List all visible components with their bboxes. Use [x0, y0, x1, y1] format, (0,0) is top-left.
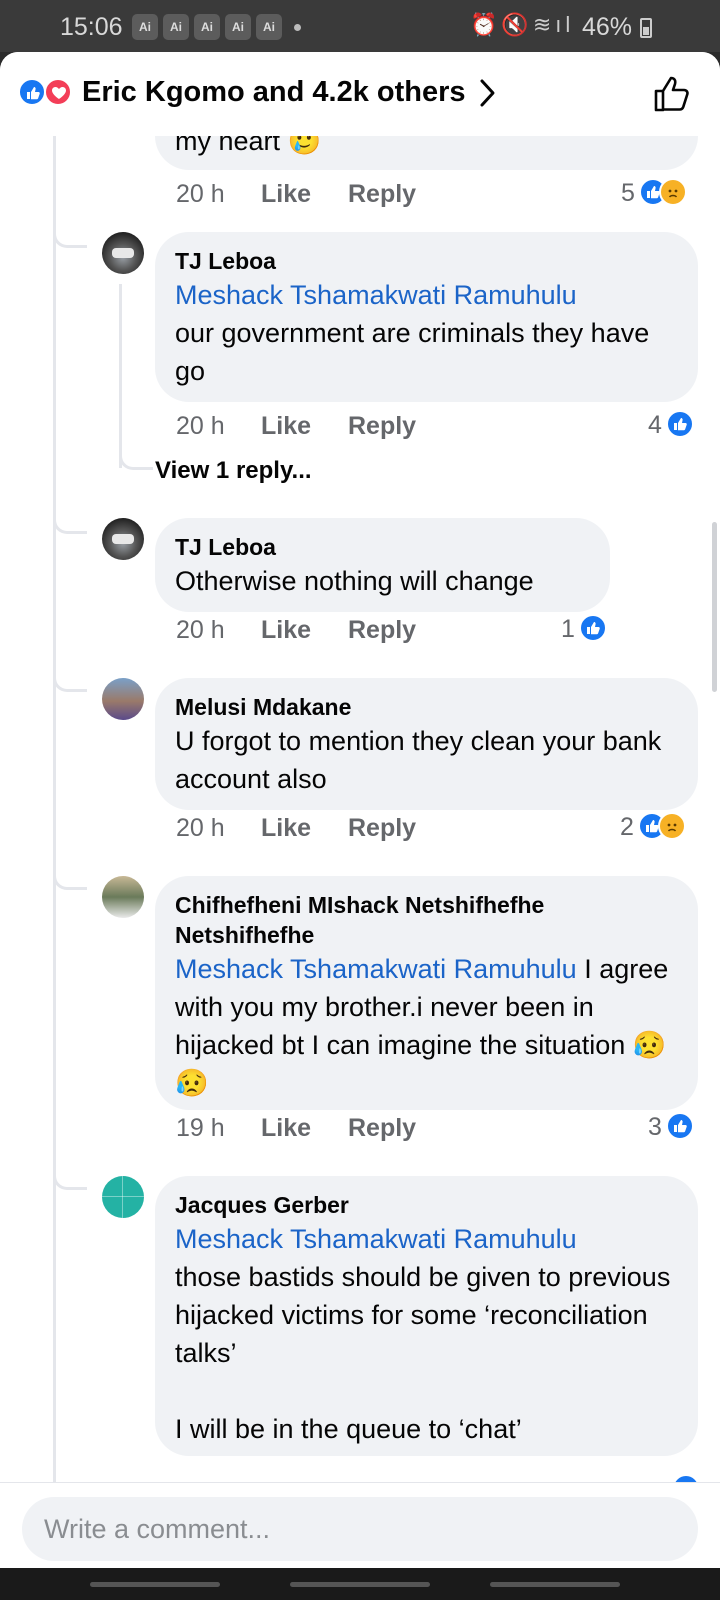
reaction-summary[interactable]: 3 [648, 1112, 694, 1142]
avatar[interactable] [102, 518, 144, 560]
comment-bubble: TJ Leboa Otherwise nothing will change [155, 518, 610, 612]
avatar[interactable] [102, 876, 144, 918]
comment-text: our government are criminals they have g… [175, 318, 657, 386]
comment-author[interactable]: TJ Leboa [175, 532, 590, 562]
notification-dot-icon [294, 24, 301, 31]
avatar[interactable] [102, 678, 144, 720]
signal-icon: ıl [555, 12, 575, 37]
thread-branch [53, 1172, 87, 1190]
like-reaction-icon [578, 614, 607, 642]
wifi-icon: ≋ [532, 12, 556, 37]
like-button[interactable]: Like [261, 1114, 311, 1143]
reply-button[interactable]: Reply [348, 180, 416, 209]
battery-percent: 46% [582, 13, 633, 41]
reply-button[interactable]: Reply [348, 1114, 416, 1143]
comment-time: 20 h [176, 412, 225, 440]
reaction-count: 2 [620, 813, 634, 841]
battery-icon [640, 18, 652, 38]
reaction-count: 3 [648, 1113, 662, 1141]
reaction-summary[interactable]: 2 [620, 812, 686, 842]
reaction-summary[interactable]: 1 [561, 614, 607, 644]
like-button[interactable]: Like [261, 814, 311, 843]
comment-text: Otherwise nothing will change [175, 566, 534, 596]
comment-time: 20 h [176, 180, 225, 208]
sad-reaction-icon [657, 812, 686, 840]
reaction-count: 4 [648, 411, 662, 439]
chevron-right-icon[interactable] [476, 76, 500, 110]
ai-badge-icon: Ai [163, 14, 189, 40]
comment-bubble: Chifhefheni MIshack Netshifhefhe Netshif… [155, 876, 698, 1110]
view-reply-branch [119, 452, 153, 470]
comment-composer [0, 1482, 720, 1568]
alarm-icon: ⏰ [470, 12, 502, 37]
comment-time: 20 h [176, 814, 225, 842]
like-reaction-icon [18, 78, 46, 106]
recent-apps-button[interactable] [90, 1582, 220, 1587]
reaction-count: 5 [621, 179, 635, 207]
reaction-summary[interactable]: 5 [621, 178, 687, 208]
comment-author[interactable]: Jacques Gerber [175, 1190, 678, 1220]
mute-icon: 🔇 [501, 12, 533, 37]
ai-badge-icon: Ai [225, 14, 251, 40]
comment-time: 19 h [176, 1114, 225, 1142]
like-button[interactable]: Like [261, 616, 311, 645]
reaction-count: 1 [561, 615, 575, 643]
like-button[interactable]: Like [261, 412, 311, 441]
love-reaction-icon [44, 78, 72, 106]
mention-link[interactable]: Meshack Tshamakwati Ramuhulu [175, 280, 577, 310]
home-button[interactable] [290, 1582, 430, 1587]
comment-bubble: Jacques Gerber Meshack Tshamakwati Ramuh… [155, 1176, 698, 1456]
comment-input[interactable] [22, 1497, 698, 1561]
comment-text: U forgot to mention they clean your bank… [175, 726, 669, 794]
ai-badge-icon: Ai [194, 14, 220, 40]
status-bar: 15:06 Ai Ai Ai Ai Ai ⏰🔇≋ıl 46% [0, 0, 720, 52]
comment-author[interactable]: Chifhefheni MIshack Netshifhefhe Netshif… [175, 890, 678, 950]
thread-branch [53, 230, 87, 248]
thread-branch [53, 674, 87, 692]
reply-button[interactable]: Reply [348, 412, 416, 441]
ai-badge-icon: Ai [256, 14, 282, 40]
avatar[interactable] [102, 1176, 144, 1218]
comment-thread: my heart 🥲 20 h Like Reply 5 TJ Leboa Me… [0, 52, 720, 1568]
thumbs-up-icon[interactable] [652, 74, 692, 114]
reaction-summary[interactable]: 4 [648, 410, 694, 440]
thread-branch [53, 872, 87, 890]
sad-reaction-icon [658, 178, 687, 206]
system-nav-bar [0, 1568, 720, 1600]
comment-text: those bastids should be given to previou… [175, 1262, 671, 1444]
scrollbar[interactable] [712, 522, 717, 692]
reply-thread-line [119, 284, 122, 468]
thread-line [53, 136, 56, 1482]
like-reaction-icon [665, 410, 694, 438]
mention-link[interactable]: Meshack Tshamakwati Ramuhulu [175, 954, 577, 984]
comments-sheet: my heart 🥲 20 h Like Reply 5 TJ Leboa Me… [0, 52, 720, 1568]
view-replies-link[interactable]: View 1 reply... [155, 457, 312, 485]
like-button[interactable]: Like [261, 180, 311, 209]
reactions-header[interactable]: Eric Kgomo and 4.2k others [0, 52, 720, 136]
reply-button[interactable]: Reply [348, 814, 416, 843]
thread-branch [53, 516, 87, 534]
system-icons: ⏰🔇≋ıl [470, 12, 574, 38]
reactions-summary-title[interactable]: Eric Kgomo and 4.2k others [82, 76, 466, 109]
comment-time: 20 h [176, 616, 225, 644]
mention-link[interactable]: Meshack Tshamakwati Ramuhulu [175, 1224, 577, 1254]
comment-author[interactable]: TJ Leboa [175, 246, 678, 276]
comment-author[interactable]: Melusi Mdakane [175, 692, 678, 722]
comment-bubble: TJ Leboa Meshack Tshamakwati Ramuhulu our… [155, 232, 698, 402]
like-reaction-icon [665, 1112, 694, 1140]
avatar[interactable] [102, 232, 144, 274]
back-button[interactable] [490, 1582, 620, 1587]
comment-bubble: Melusi Mdakane U forgot to mention they … [155, 678, 698, 810]
ai-badge-icon: Ai [132, 14, 158, 40]
reply-button[interactable]: Reply [348, 616, 416, 645]
status-time: 15:06 [60, 13, 123, 41]
